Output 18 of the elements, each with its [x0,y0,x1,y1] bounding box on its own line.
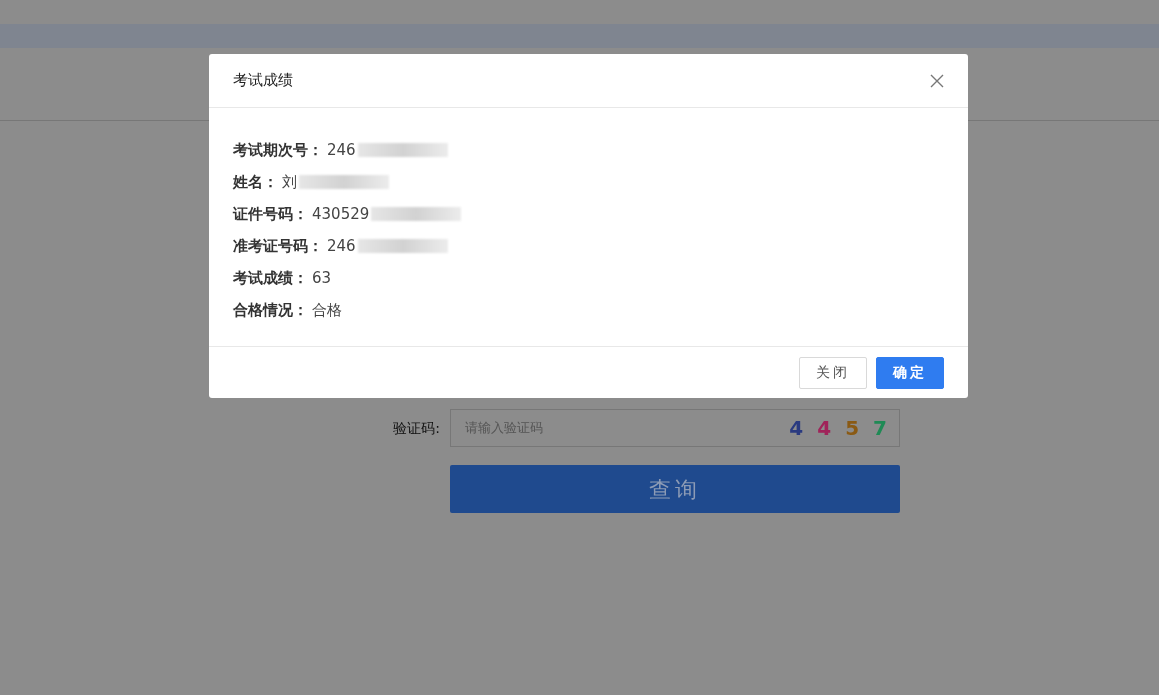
field-label: 姓名： [233,171,278,193]
field-value: 合格 [312,299,342,321]
field-label: 准考证号码： [233,235,323,257]
field-value: 63 [312,267,332,289]
field-label: 考试成绩： [233,267,308,289]
field-label: 合格情况： [233,299,308,321]
field-label: 验证码: [392,418,440,438]
field-value: 刘 [282,171,297,193]
query-button[interactable]: 查询 [450,465,900,513]
field-label: 证件号码： [233,203,308,225]
close-button[interactable]: 关闭 [799,356,867,389]
captcha-image[interactable]: 4 4 5 7 [789,413,887,443]
field-value: 246 [327,235,356,257]
field-value: 430529 [312,203,370,225]
dialog-title: 考试成绩 [233,70,293,92]
field-value: 246 [327,139,356,161]
confirm-button[interactable]: 确定 [876,356,944,389]
field-label: 考试期次号： [233,139,323,161]
